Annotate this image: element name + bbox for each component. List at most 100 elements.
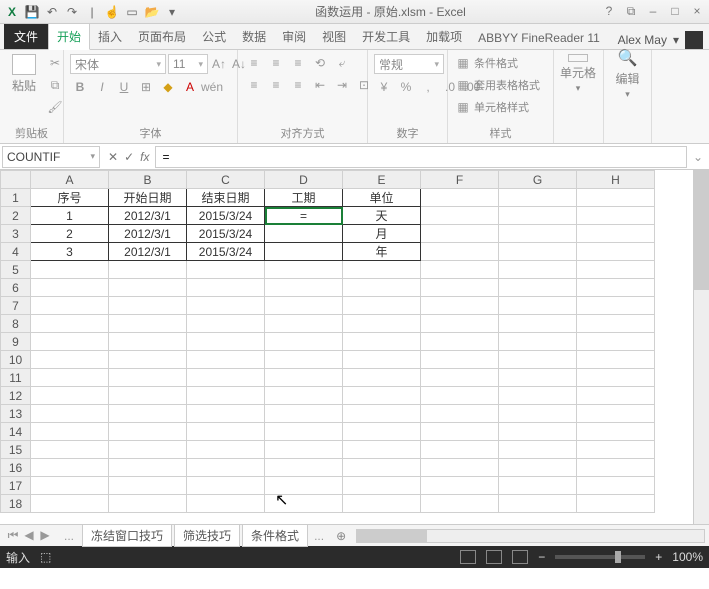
cancel-formula-icon[interactable]: ✕ <box>108 150 118 164</box>
cell[interactable] <box>499 207 577 225</box>
cell[interactable] <box>577 297 655 315</box>
cell[interactable] <box>109 405 187 423</box>
row-header[interactable]: 2 <box>1 207 31 225</box>
cell[interactable] <box>31 333 109 351</box>
cell[interactable] <box>577 279 655 297</box>
bold-button[interactable]: B <box>70 78 90 96</box>
row-header[interactable]: 10 <box>1 351 31 369</box>
cell[interactable] <box>265 387 343 405</box>
cell[interactable] <box>499 387 577 405</box>
indent-inc-icon[interactable]: ⇥ <box>332 76 352 94</box>
cell[interactable] <box>499 477 577 495</box>
cell[interactable] <box>265 351 343 369</box>
cell[interactable] <box>577 351 655 369</box>
cell[interactable] <box>499 225 577 243</box>
undo-icon[interactable]: ↶ <box>44 4 60 20</box>
comma-icon[interactable]: , <box>418 78 438 96</box>
paste-button[interactable]: 粘贴 <box>6 54 42 94</box>
font-color-button[interactable]: A <box>180 78 200 96</box>
cell[interactable] <box>499 351 577 369</box>
cell[interactable]: 2015/3/24 <box>187 225 265 243</box>
cell[interactable] <box>577 333 655 351</box>
tab-formulas[interactable]: 公式 <box>194 24 234 49</box>
tab-addins[interactable]: 加载项 <box>418 24 470 49</box>
macro-icon[interactable]: ⬚ <box>40 550 51 564</box>
cell[interactable] <box>187 423 265 441</box>
cut-icon[interactable]: ✂ <box>46 54 64 72</box>
fx-icon[interactable]: fx <box>140 150 149 164</box>
cell[interactable] <box>109 423 187 441</box>
cell[interactable] <box>421 297 499 315</box>
align-top-icon[interactable]: ≡ <box>244 54 264 72</box>
cell[interactable] <box>577 423 655 441</box>
cell[interactable] <box>109 441 187 459</box>
user-account[interactable]: Alex May ▾ <box>618 31 709 49</box>
cell[interactable] <box>187 477 265 495</box>
border-button[interactable]: ⊞ <box>136 78 156 96</box>
sheet-tab[interactable]: 条件格式 <box>242 524 308 547</box>
cell[interactable] <box>421 207 499 225</box>
cell[interactable] <box>31 441 109 459</box>
row-header[interactable]: 7 <box>1 297 31 315</box>
cell[interactable] <box>31 477 109 495</box>
tab-next-icon[interactable]: ▶ <box>38 528 52 543</box>
cell[interactable] <box>343 441 421 459</box>
cell[interactable] <box>265 243 343 261</box>
cell[interactable] <box>499 333 577 351</box>
tab-first-icon[interactable]: ⏮ <box>6 528 20 543</box>
cell[interactable] <box>577 441 655 459</box>
cell[interactable] <box>109 315 187 333</box>
cell[interactable]: 年 <box>343 243 421 261</box>
tab-data[interactable]: 数据 <box>234 24 274 49</box>
cell[interactable] <box>31 297 109 315</box>
cell[interactable] <box>343 405 421 423</box>
row-header[interactable]: 8 <box>1 315 31 333</box>
cell[interactable]: 2015/3/24 <box>187 207 265 225</box>
cell[interactable] <box>577 189 655 207</box>
cell[interactable] <box>343 351 421 369</box>
cell[interactable] <box>421 333 499 351</box>
cell[interactable] <box>499 279 577 297</box>
cell[interactable] <box>577 495 655 513</box>
cell[interactable] <box>421 405 499 423</box>
orientation-icon[interactable]: ⟲ <box>310 54 330 72</box>
cell[interactable] <box>187 495 265 513</box>
tab-insert[interactable]: 插入 <box>90 24 130 49</box>
cell[interactable]: = <box>265 207 343 225</box>
cell[interactable] <box>187 459 265 477</box>
cell[interactable]: 单位 <box>343 189 421 207</box>
align-middle-icon[interactable]: ≡ <box>266 54 286 72</box>
cell[interactable] <box>31 387 109 405</box>
cell[interactable] <box>421 441 499 459</box>
fill-color-button[interactable]: ◆ <box>158 78 178 96</box>
new-icon[interactable]: ▭ <box>124 4 140 20</box>
column-header[interactable]: H <box>577 171 655 189</box>
name-box[interactable]: COUNTIF▾ <box>2 146 100 168</box>
cell[interactable] <box>265 405 343 423</box>
cell[interactable] <box>343 279 421 297</box>
column-header[interactable]: F <box>421 171 499 189</box>
cell[interactable] <box>187 261 265 279</box>
cell[interactable]: 2012/3/1 <box>109 225 187 243</box>
cell[interactable] <box>265 261 343 279</box>
column-header[interactable]: D <box>265 171 343 189</box>
phonetic-button[interactable]: wén <box>202 78 222 96</box>
row-header[interactable]: 4 <box>1 243 31 261</box>
cell[interactable] <box>187 297 265 315</box>
cell[interactable] <box>343 387 421 405</box>
expand-formula-icon[interactable]: ⌄ <box>687 150 709 164</box>
cell[interactable]: 3 <box>31 243 109 261</box>
tab-home[interactable]: 开始 <box>48 23 90 50</box>
cell[interactable]: 2015/3/24 <box>187 243 265 261</box>
redo-icon[interactable]: ↷ <box>64 4 80 20</box>
cell[interactable] <box>421 423 499 441</box>
row-header[interactable]: 12 <box>1 387 31 405</box>
cell[interactable]: 天 <box>343 207 421 225</box>
vertical-scrollbar[interactable] <box>693 170 709 524</box>
cell[interactable] <box>499 261 577 279</box>
cell[interactable] <box>421 477 499 495</box>
cell[interactable] <box>499 405 577 423</box>
cell[interactable] <box>265 441 343 459</box>
ribbon-toggle-icon[interactable]: ⧉ <box>623 4 639 19</box>
cell[interactable] <box>421 351 499 369</box>
